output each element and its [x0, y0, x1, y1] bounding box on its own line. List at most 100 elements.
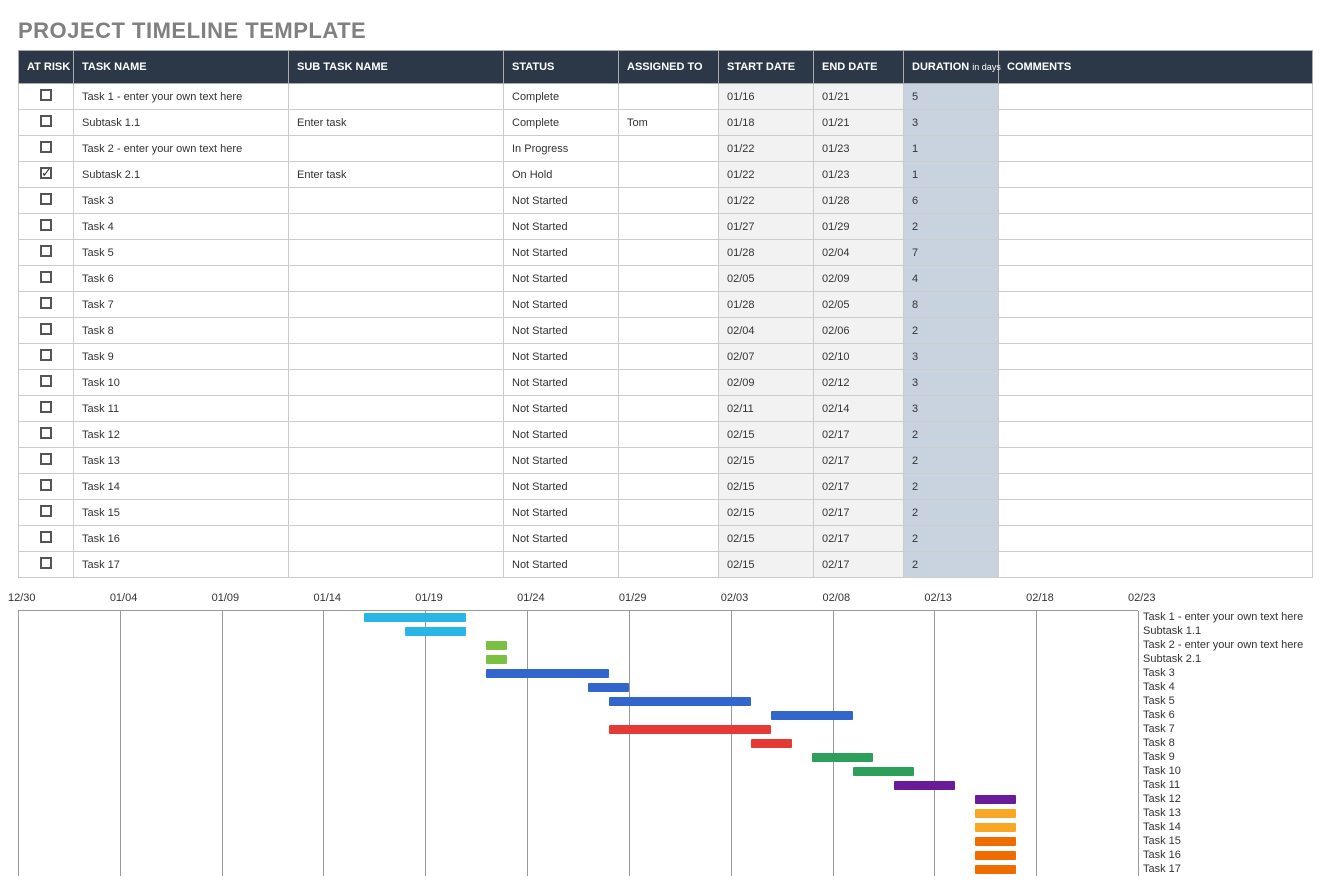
assigned-cell[interactable]: [619, 292, 719, 318]
comments-cell[interactable]: [999, 266, 1313, 292]
risk-cell[interactable]: [19, 214, 74, 240]
task-name-cell[interactable]: Task 12: [74, 422, 289, 448]
assigned-cell[interactable]: [619, 318, 719, 344]
comments-cell[interactable]: [999, 188, 1313, 214]
subtask-cell[interactable]: [289, 552, 504, 578]
risk-cell[interactable]: [19, 552, 74, 578]
end-date-cell[interactable]: 02/12: [814, 370, 904, 396]
start-date-cell[interactable]: 02/04: [719, 318, 814, 344]
duration-cell[interactable]: 2: [904, 474, 999, 500]
status-cell[interactable]: Not Started: [504, 526, 619, 552]
task-name-cell[interactable]: Task 11: [74, 396, 289, 422]
risk-checkbox[interactable]: [40, 271, 52, 283]
subtask-cell[interactable]: [289, 318, 504, 344]
risk-checkbox[interactable]: [40, 531, 52, 543]
task-name-cell[interactable]: Task 16: [74, 526, 289, 552]
duration-cell[interactable]: 2: [904, 214, 999, 240]
duration-cell[interactable]: 3: [904, 370, 999, 396]
risk-cell[interactable]: [19, 84, 74, 110]
risk-checkbox[interactable]: [40, 453, 52, 465]
subtask-cell[interactable]: [289, 188, 504, 214]
risk-checkbox[interactable]: [40, 219, 52, 231]
start-date-cell[interactable]: 02/15: [719, 552, 814, 578]
duration-cell[interactable]: 5: [904, 84, 999, 110]
risk-checkbox[interactable]: [40, 89, 52, 101]
end-date-cell[interactable]: 01/21: [814, 84, 904, 110]
risk-cell[interactable]: [19, 240, 74, 266]
start-date-cell[interactable]: 02/15: [719, 448, 814, 474]
status-cell[interactable]: Not Started: [504, 266, 619, 292]
risk-cell[interactable]: [19, 266, 74, 292]
risk-cell[interactable]: [19, 396, 74, 422]
task-name-cell[interactable]: Task 5: [74, 240, 289, 266]
start-date-cell[interactable]: 02/15: [719, 422, 814, 448]
task-name-cell[interactable]: Task 17: [74, 552, 289, 578]
start-date-cell[interactable]: 02/09: [719, 370, 814, 396]
duration-cell[interactable]: 1: [904, 136, 999, 162]
risk-checkbox[interactable]: [40, 193, 52, 205]
risk-cell[interactable]: [19, 136, 74, 162]
status-cell[interactable]: Not Started: [504, 396, 619, 422]
status-cell[interactable]: Complete: [504, 110, 619, 136]
assigned-cell[interactable]: [619, 422, 719, 448]
subtask-cell[interactable]: [289, 214, 504, 240]
task-name-cell[interactable]: Task 6: [74, 266, 289, 292]
duration-cell[interactable]: 3: [904, 396, 999, 422]
risk-cell[interactable]: [19, 370, 74, 396]
subtask-cell[interactable]: [289, 136, 504, 162]
task-name-cell[interactable]: Task 15: [74, 500, 289, 526]
risk-cell[interactable]: [19, 344, 74, 370]
comments-cell[interactable]: [999, 162, 1313, 188]
risk-checkbox[interactable]: [40, 141, 52, 153]
end-date-cell[interactable]: 02/14: [814, 396, 904, 422]
subtask-cell[interactable]: [289, 526, 504, 552]
end-date-cell[interactable]: 02/17: [814, 552, 904, 578]
comments-cell[interactable]: [999, 136, 1313, 162]
duration-cell[interactable]: 2: [904, 552, 999, 578]
status-cell[interactable]: Not Started: [504, 474, 619, 500]
subtask-cell[interactable]: [289, 422, 504, 448]
end-date-cell[interactable]: 02/05: [814, 292, 904, 318]
end-date-cell[interactable]: 02/17: [814, 422, 904, 448]
start-date-cell[interactable]: 02/07: [719, 344, 814, 370]
risk-checkbox[interactable]: [40, 505, 52, 517]
risk-checkbox[interactable]: [40, 297, 52, 309]
assigned-cell[interactable]: [619, 526, 719, 552]
comments-cell[interactable]: [999, 318, 1313, 344]
start-date-cell[interactable]: 02/05: [719, 266, 814, 292]
risk-cell[interactable]: [19, 110, 74, 136]
subtask-cell[interactable]: [289, 396, 504, 422]
status-cell[interactable]: Not Started: [504, 240, 619, 266]
comments-cell[interactable]: [999, 500, 1313, 526]
subtask-cell[interactable]: [289, 84, 504, 110]
start-date-cell[interactable]: 01/18: [719, 110, 814, 136]
subtask-cell[interactable]: [289, 474, 504, 500]
status-cell[interactable]: Not Started: [504, 292, 619, 318]
assigned-cell[interactable]: [619, 214, 719, 240]
end-date-cell[interactable]: 02/10: [814, 344, 904, 370]
assigned-cell[interactable]: [619, 188, 719, 214]
risk-cell[interactable]: [19, 422, 74, 448]
status-cell[interactable]: Not Started: [504, 500, 619, 526]
task-name-cell[interactable]: Task 14: [74, 474, 289, 500]
assigned-cell[interactable]: [619, 240, 719, 266]
risk-cell[interactable]: [19, 162, 74, 188]
task-name-cell[interactable]: Task 7: [74, 292, 289, 318]
assigned-cell[interactable]: [619, 84, 719, 110]
risk-cell[interactable]: [19, 292, 74, 318]
subtask-cell[interactable]: [289, 344, 504, 370]
duration-cell[interactable]: 6: [904, 188, 999, 214]
end-date-cell[interactable]: 01/21: [814, 110, 904, 136]
status-cell[interactable]: Not Started: [504, 422, 619, 448]
status-cell[interactable]: Not Started: [504, 214, 619, 240]
start-date-cell[interactable]: 01/16: [719, 84, 814, 110]
assigned-cell[interactable]: [619, 500, 719, 526]
comments-cell[interactable]: [999, 214, 1313, 240]
duration-cell[interactable]: 3: [904, 344, 999, 370]
risk-cell[interactable]: [19, 474, 74, 500]
end-date-cell[interactable]: 02/06: [814, 318, 904, 344]
subtask-cell[interactable]: [289, 292, 504, 318]
start-date-cell[interactable]: 01/27: [719, 214, 814, 240]
risk-checkbox[interactable]: [40, 349, 52, 361]
subtask-cell[interactable]: [289, 240, 504, 266]
